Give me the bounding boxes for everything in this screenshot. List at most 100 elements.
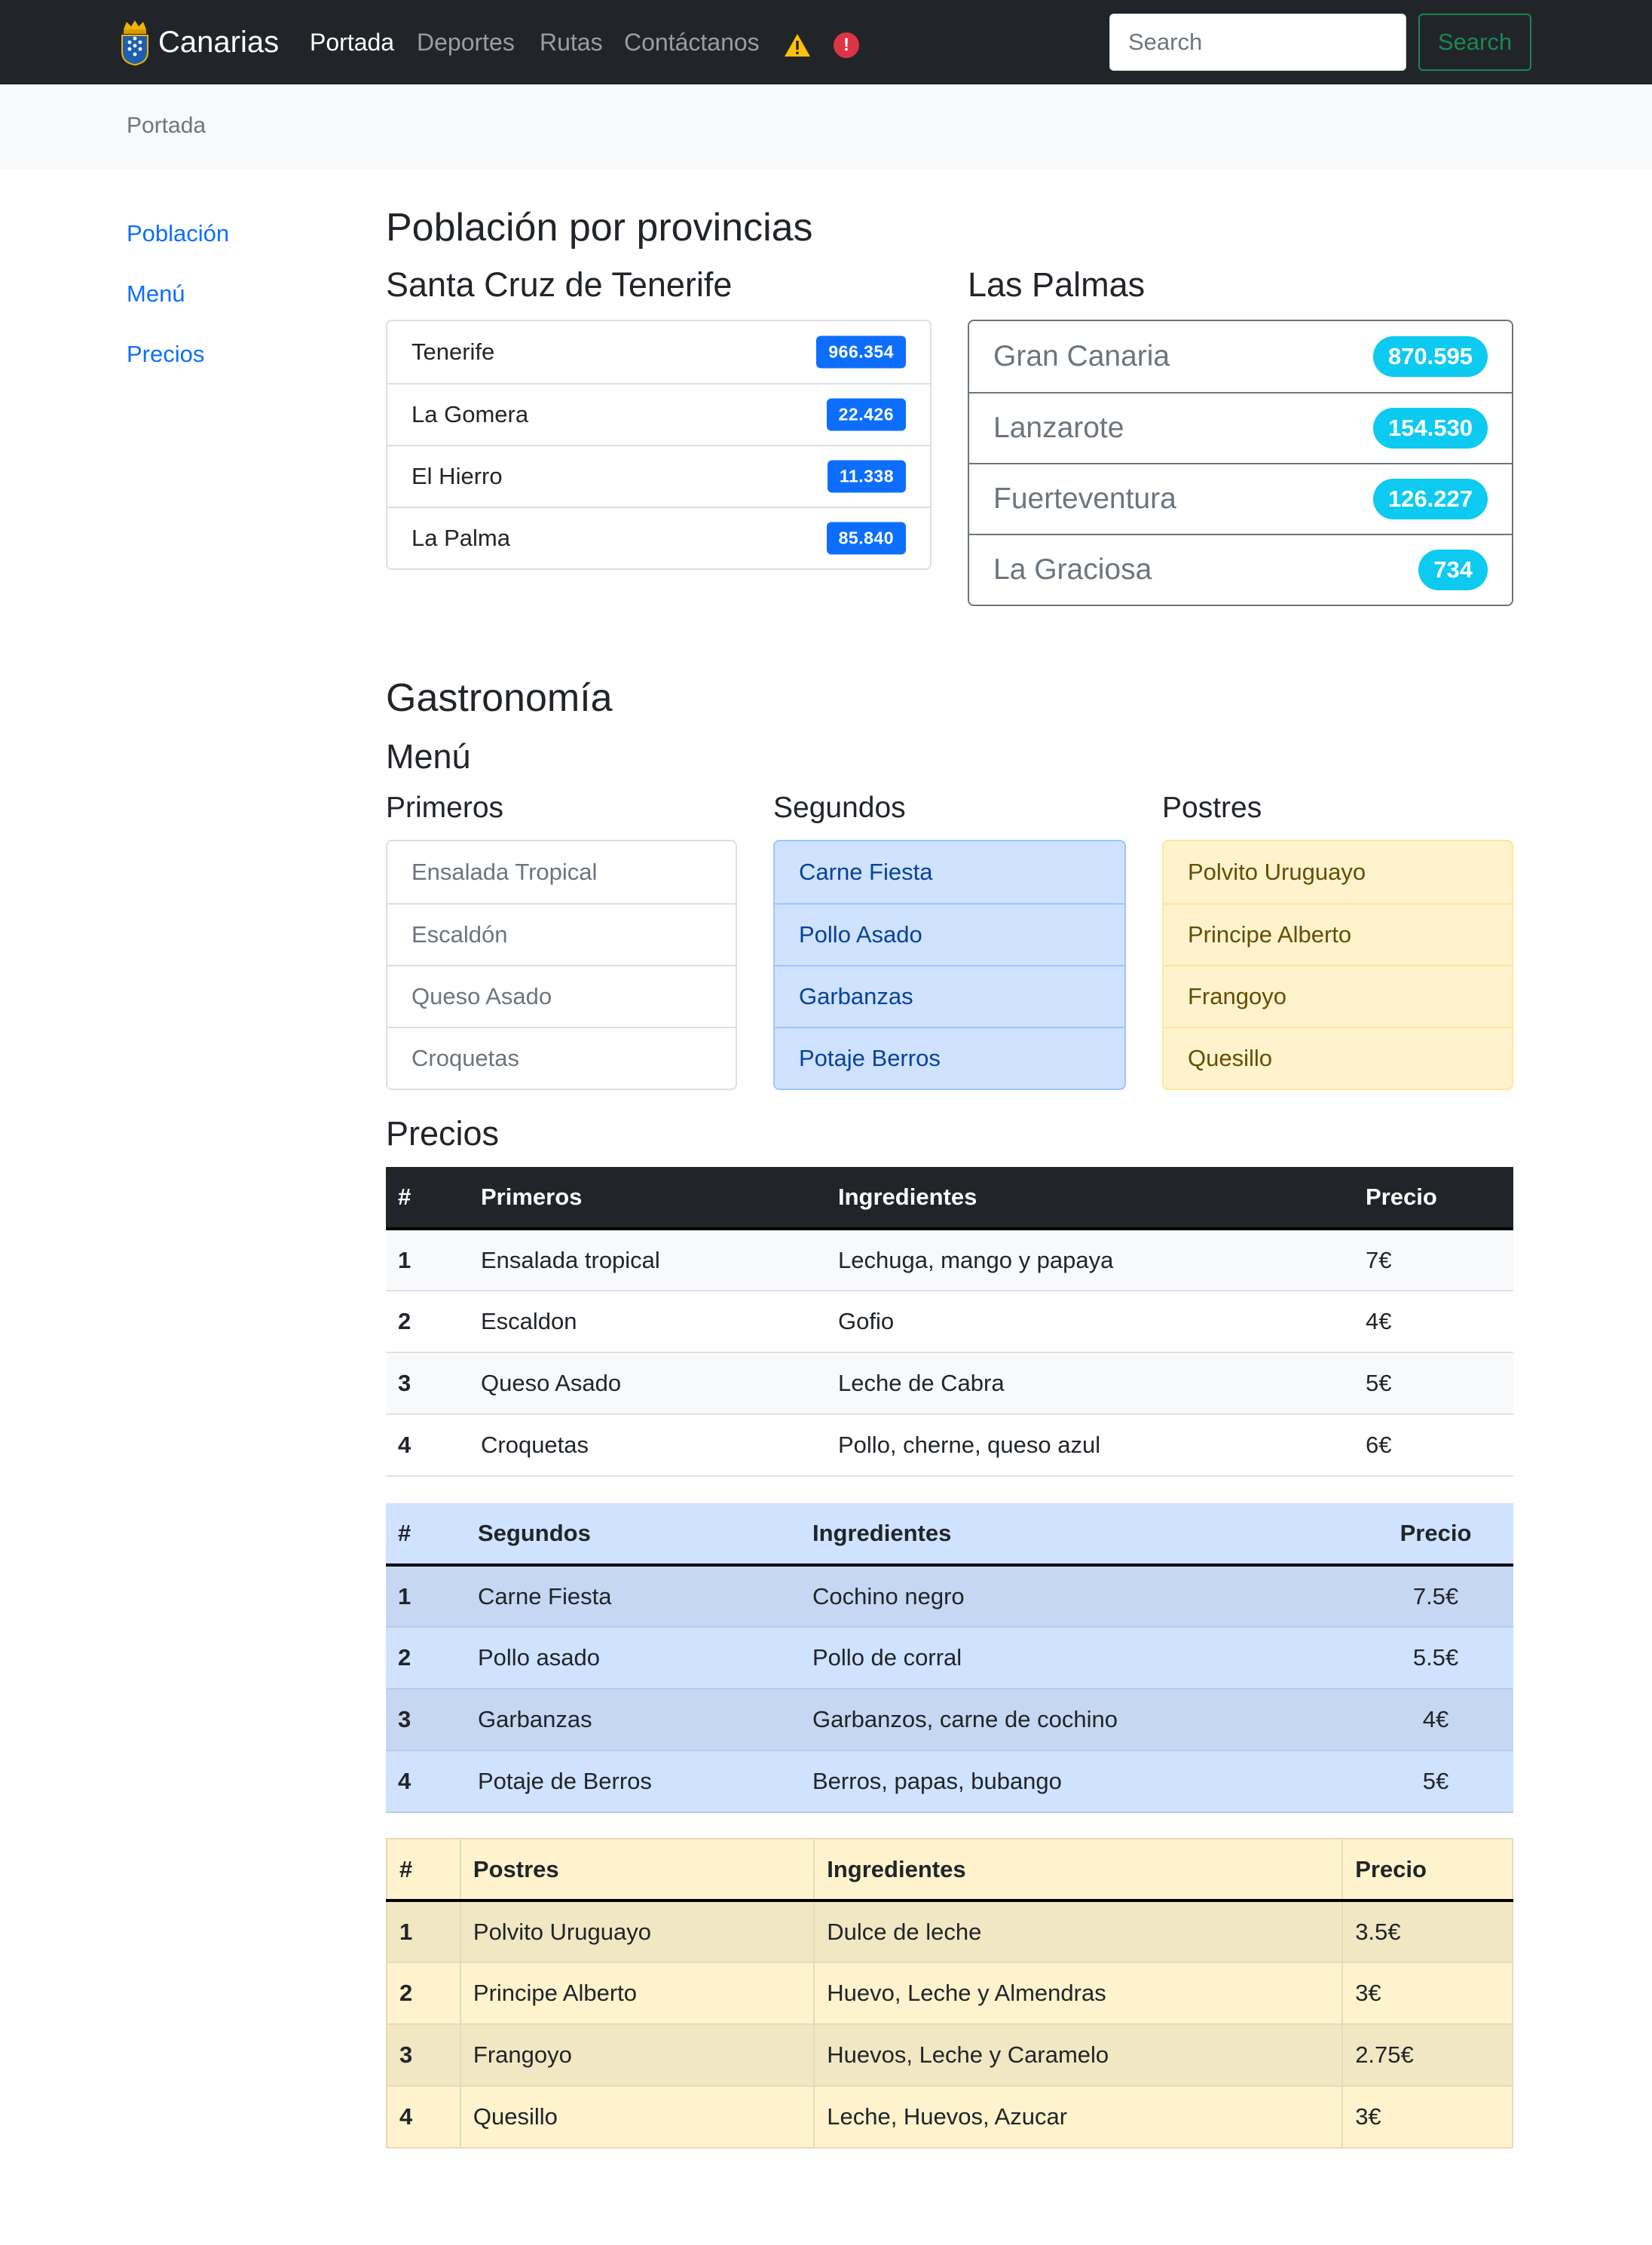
- list-item: Frangoyo: [1164, 965, 1512, 1027]
- column-header: #: [386, 1167, 469, 1230]
- precios-title: Precios: [386, 1114, 500, 1153]
- precios-table-segundos: # Segundos Ingredientes Precio 1 Carne F…: [386, 1503, 1513, 1813]
- island-name: La Graciosa: [993, 553, 1152, 586]
- dish-name: Ensalada tropical: [481, 1246, 660, 1273]
- list-item: Pollo Asado: [775, 903, 1124, 965]
- table-row: 3 Queso Asado Leche de Cabra 5€: [386, 1352, 1513, 1414]
- column-header: Segundos: [466, 1503, 800, 1567]
- breadcrumb: Portada: [0, 84, 1652, 169]
- list-item: Quesillo: [1164, 1027, 1512, 1089]
- table-row: 2 Escaldon Gofio 4€: [386, 1291, 1513, 1352]
- row-number: 4: [398, 1432, 411, 1458]
- population-badge: 11.338: [827, 460, 906, 493]
- list-item: La Palma 85.840: [387, 507, 930, 568]
- ingredients: Dulce de leche: [813, 1900, 1344, 1962]
- dish-name: Polvito Uruguayo: [459, 1900, 815, 1962]
- island-list-santa-cruz: Tenerife 966.354 La Gomera 22.426 El Hie…: [386, 320, 932, 570]
- population-badge: 22.426: [826, 398, 906, 431]
- search-button[interactable]: Search: [1418, 14, 1531, 71]
- island-name: Tenerife: [411, 338, 495, 365]
- column-header: Ingredientes: [826, 1167, 1354, 1230]
- row-number: 1: [398, 1246, 411, 1273]
- dish-name: Quesillo: [459, 2086, 815, 2148]
- population-badge: 734: [1418, 550, 1488, 590]
- price: 5.5€: [1412, 1644, 1459, 1671]
- price: 4€: [1422, 1706, 1449, 1732]
- sidebar-item-menu[interactable]: Menú: [127, 280, 185, 308]
- table-row: 1 Carne Fiesta Cochino negro 7.5€: [386, 1565, 1513, 1627]
- population-badge: 154.530: [1372, 408, 1488, 449]
- ingredients: Pollo, cherne, queso azul: [838, 1432, 1101, 1458]
- list-item: La Graciosa 734: [969, 534, 1512, 605]
- precios-table-postres: # Postres Ingredientes Precio 1 Polvito …: [386, 1838, 1513, 2149]
- row-number: 4: [386, 2086, 461, 2148]
- column-header: Ingredientes: [813, 1839, 1344, 1902]
- ingredients: Cochino negro: [812, 1582, 965, 1609]
- list-item: Fuerteventura 126.227: [969, 463, 1512, 534]
- list-item: Queso Asado: [387, 965, 736, 1027]
- price: 2.75€: [1341, 2024, 1513, 2086]
- ingredients: Huevo, Leche y Almendras: [813, 1962, 1344, 2024]
- price: 5€: [1366, 1370, 1392, 1396]
- column-header: Precio: [1341, 1839, 1513, 1902]
- column-header: Precio: [1358, 1503, 1513, 1567]
- column-header: Ingredientes: [800, 1503, 1358, 1567]
- price: 4€: [1366, 1308, 1392, 1334]
- column-header: #: [386, 1839, 461, 1902]
- list-item: Gran Canaria 870.595: [969, 321, 1512, 392]
- column-header: #: [386, 1503, 466, 1567]
- precios-table-primeros: # Primeros Ingredientes Precio 1 Ensalad…: [386, 1167, 1513, 1477]
- column-header: Precio: [1354, 1167, 1513, 1230]
- menu-list-primeros: Ensalada Tropical Escaldón Queso Asado C…: [386, 840, 737, 1090]
- brand-text: Canarias: [158, 25, 280, 59]
- table-row: 2 Principe Alberto Huevo, Leche y Almend…: [386, 1962, 1513, 2024]
- population-badge: 85.840: [826, 522, 906, 555]
- list-item: La Gomera 22.426: [387, 383, 930, 445]
- island-name: Lanzarote: [993, 412, 1124, 444]
- dish-name: Escaldon: [481, 1308, 577, 1334]
- list-item: El Hierro 11.338: [387, 445, 930, 507]
- warning-triangle-icon[interactable]: [784, 33, 811, 57]
- ingredients: Lechuga, mango y papaya: [838, 1246, 1114, 1273]
- row-number: 2: [398, 1308, 411, 1334]
- nav-link-portada[interactable]: Portada: [310, 27, 394, 57]
- search-input[interactable]: [1109, 14, 1406, 71]
- menu-title: Menú: [386, 737, 471, 776]
- list-item: Garbanzas: [775, 965, 1124, 1027]
- dish-name: Frangoyo: [459, 2024, 815, 2086]
- island-name: La Gomera: [411, 401, 529, 427]
- menu-list-postres: Polvito Uruguayo Principe Alberto Frango…: [1162, 840, 1513, 1090]
- nav-link-contactanos[interactable]: Contáctanos: [624, 27, 760, 57]
- price: 7.5€: [1412, 1582, 1459, 1609]
- canarias-coat-of-arms-icon: [121, 20, 148, 66]
- menu-column-title-segundos: Segundos: [773, 792, 906, 824]
- province-title-las-palmas: Las Palmas: [968, 265, 1146, 304]
- row-number: 2: [398, 1644, 411, 1671]
- ingredients: Leche de Cabra: [838, 1370, 1005, 1396]
- island-name: Gran Canaria: [993, 340, 1170, 372]
- table-row: 1 Polvito Uruguayo Dulce de leche 3.5€: [386, 1900, 1513, 1962]
- nav-link-rutas[interactable]: Rutas: [540, 27, 603, 57]
- population-badge: 126.227: [1372, 479, 1488, 519]
- ingredients: Garbanzos, carne de cochino: [812, 1706, 1118, 1732]
- island-name: Fuerteventura: [993, 482, 1176, 515]
- sidebar-item-precios[interactable]: Precios: [127, 341, 204, 368]
- table-row: 3 Frangoyo Huevos, Leche y Caramelo 2.75…: [386, 2024, 1513, 2086]
- island-name: El Hierro: [411, 463, 503, 489]
- dish-name: Croquetas: [481, 1432, 589, 1458]
- dish-name: Queso Asado: [481, 1370, 622, 1396]
- list-item: Carne Fiesta: [799, 859, 933, 885]
- list-item: Polvito Uruguayo: [1188, 859, 1366, 885]
- nav-link-deportes[interactable]: Deportes: [417, 27, 515, 57]
- dish-name: Carne Fiesta: [478, 1582, 612, 1609]
- gastronomia-title: Gastronomía: [386, 676, 613, 720]
- table-row: 3 Garbanzas Garbanzos, carne de cochino …: [386, 1689, 1513, 1750]
- sidebar-item-poblacion[interactable]: Población: [127, 220, 229, 247]
- row-number: 2: [386, 1962, 461, 2024]
- table-row: 4 Quesillo Leche, Huevos, Azucar 3€: [386, 2086, 1513, 2148]
- list-item: Ensalada Tropical: [411, 859, 598, 885]
- brand-link[interactable]: Canarias: [119, 18, 279, 66]
- population-badge: 870.595: [1372, 336, 1488, 377]
- exclamation-circle-icon[interactable]: !: [834, 32, 859, 58]
- island-name: La Palma: [411, 525, 510, 551]
